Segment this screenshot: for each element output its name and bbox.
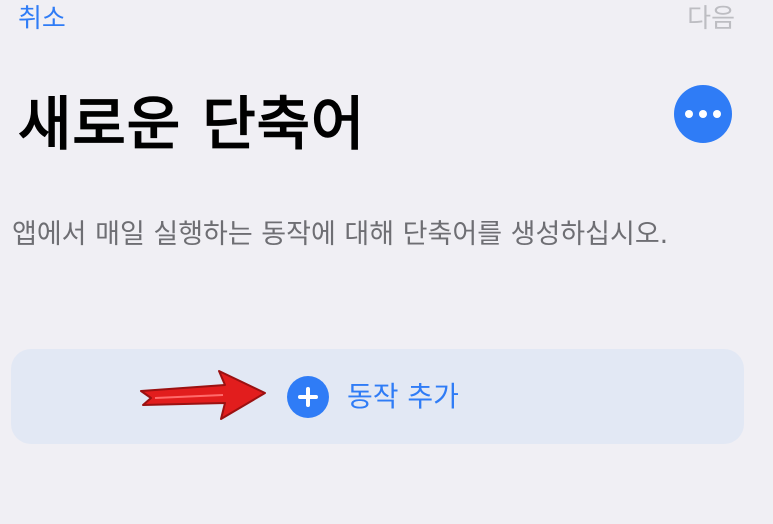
more-button[interactable] — [674, 85, 732, 143]
next-button[interactable]: 다음 — [687, 2, 735, 36]
red-arrow-icon — [140, 370, 266, 420]
add-action-button[interactable]: 동작 추가 — [287, 376, 459, 418]
ellipsis-circle-icon — [685, 110, 693, 118]
ellipsis-dot — [699, 110, 707, 118]
plus-circle-icon — [287, 376, 329, 418]
page-title: 새로운 단축어 — [18, 90, 366, 158]
add-action-label: 동작 추가 — [347, 380, 459, 413]
cancel-button[interactable]: 취소 — [18, 2, 66, 36]
description-text: 앱에서 매일 실행하는 동작에 대해 단축어를 생성하십시오. — [12, 219, 669, 250]
add-action-card[interactable]: 동작 추가 — [11, 349, 744, 444]
ellipsis-dot — [713, 110, 721, 118]
